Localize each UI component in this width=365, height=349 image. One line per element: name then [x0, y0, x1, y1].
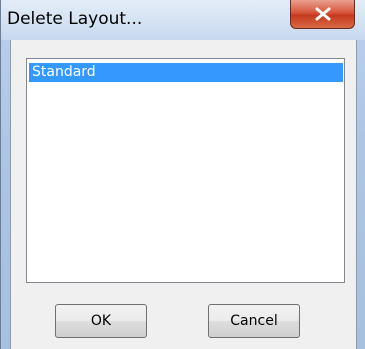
close-x-icon: [315, 7, 330, 21]
list-item-standard[interactable]: Standard: [29, 63, 343, 82]
delete-layout-dialog: Delete Layout... Standard OK Cancel: [0, 0, 365, 349]
layout-listbox[interactable]: Standard: [26, 58, 345, 283]
dialog-client-area: Standard OK Cancel: [10, 40, 357, 349]
cancel-button[interactable]: Cancel: [208, 304, 300, 338]
window-title: Delete Layout...: [7, 9, 143, 29]
close-button[interactable]: [290, 0, 355, 29]
title-bar[interactable]: Delete Layout...: [1, 0, 365, 40]
ok-button[interactable]: OK: [55, 304, 147, 338]
